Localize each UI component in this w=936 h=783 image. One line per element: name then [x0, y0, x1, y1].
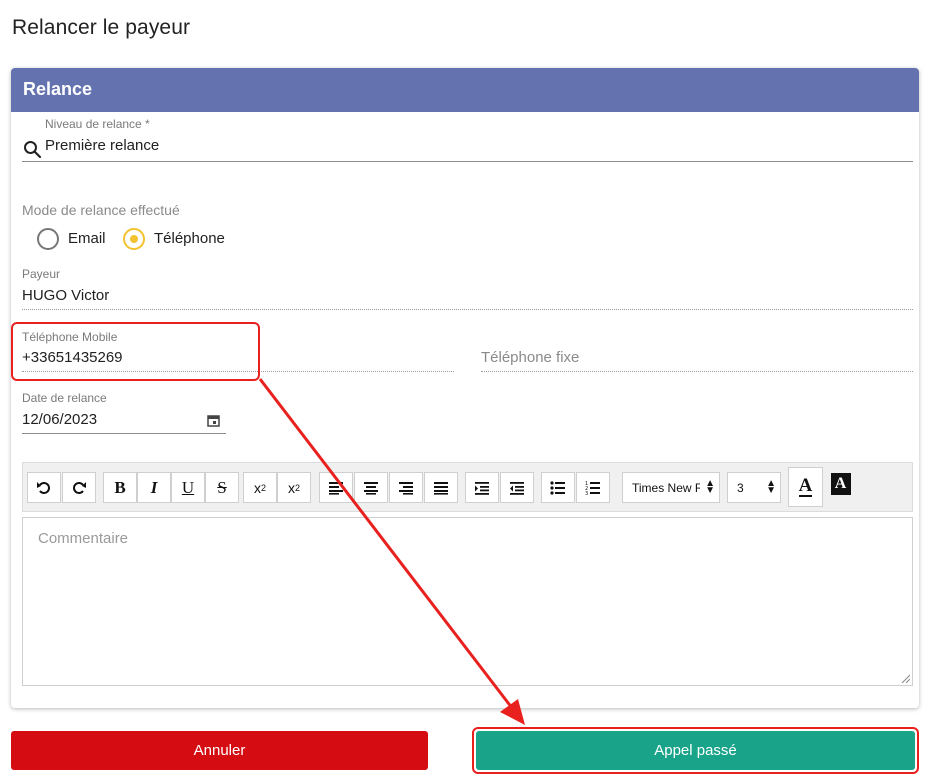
date-label: Date de relance	[22, 391, 107, 405]
page-title: Relancer le payeur	[12, 16, 191, 39]
indent-icon	[475, 481, 489, 495]
resize-handle-icon[interactable]	[901, 674, 910, 683]
align-justify-icon	[434, 481, 448, 495]
align-center-icon	[364, 481, 378, 495]
font-size-select[interactable]: 3 ▲ ▼	[727, 472, 781, 503]
align-left-button[interactable]	[319, 472, 353, 503]
fixe-underline	[481, 371, 913, 372]
outdent-button[interactable]	[500, 472, 534, 503]
svg-text:3: 3	[585, 491, 588, 496]
align-center-button[interactable]	[354, 472, 388, 503]
select-caret-icon: ▲ ▼	[705, 478, 715, 496]
niveau-label: Niveau de relance *	[45, 117, 150, 131]
niveau-underline	[22, 161, 913, 162]
fixe-input[interactable]: Téléphone fixe	[481, 349, 579, 366]
numbered-list-icon: 123	[585, 481, 600, 496]
radio-telephone-label[interactable]: Téléphone	[154, 230, 225, 247]
payeur-label: Payeur	[22, 267, 61, 281]
card-header: Relance	[11, 68, 919, 112]
highlight-color-icon: A	[830, 473, 851, 495]
font-family-select[interactable]: Times New Roman ▲▼	[622, 472, 720, 503]
font-family-value: Times New Roman	[632, 481, 700, 495]
highlight-color-button[interactable]: A	[824, 467, 857, 501]
align-left-icon	[329, 481, 343, 495]
underline-button[interactable]: U	[171, 472, 205, 503]
align-right-icon	[399, 481, 413, 495]
radio-telephone[interactable]	[123, 228, 145, 250]
submit-button[interactable]: Appel passé	[476, 731, 915, 770]
payeur-value: HUGO Victor	[22, 287, 110, 304]
editor-toolbar: B I U S x2 x2 123 Times New Roman ▲▼ 3 ▲…	[22, 462, 913, 512]
numbered-list-button[interactable]: 123	[576, 472, 610, 503]
comment-placeholder: Commentaire	[38, 530, 129, 547]
cancel-button[interactable]: Annuler	[11, 731, 428, 770]
font-size-value: 3	[737, 481, 744, 495]
strikethrough-button[interactable]: S	[205, 472, 239, 503]
bold-button[interactable]: B	[103, 472, 137, 503]
bullet-list-icon	[550, 480, 565, 495]
search-icon	[24, 141, 42, 159]
select-caret-icon: ▲ ▼	[766, 478, 776, 496]
comment-editor[interactable]: Commentaire	[22, 517, 913, 686]
undo-icon	[37, 481, 50, 494]
date-input[interactable]: 12/06/2023	[22, 411, 97, 428]
mobile-highlight-box	[11, 322, 260, 381]
date-underline	[22, 433, 226, 434]
radio-email-label[interactable]: Email	[68, 230, 106, 247]
text-color-button[interactable]: A	[788, 467, 823, 507]
payeur-underline	[22, 309, 913, 310]
undo-button[interactable]	[27, 472, 61, 503]
italic-button[interactable]: I	[137, 472, 171, 503]
superscript-button[interactable]: x2	[277, 472, 311, 503]
outdent-icon	[510, 481, 524, 495]
indent-button[interactable]	[465, 472, 499, 503]
radio-email[interactable]	[37, 228, 59, 250]
redo-button[interactable]	[62, 472, 96, 503]
bullet-list-button[interactable]	[541, 472, 575, 503]
mode-label: Mode de relance effectué	[22, 202, 180, 218]
subscript-button[interactable]: x2	[243, 472, 277, 503]
redo-icon	[73, 481, 86, 494]
align-justify-button[interactable]	[424, 472, 458, 503]
calendar-icon[interactable]	[207, 414, 220, 427]
text-color-icon: A	[798, 475, 813, 497]
niveau-input[interactable]: Première relance	[45, 137, 159, 154]
align-right-button[interactable]	[389, 472, 423, 503]
